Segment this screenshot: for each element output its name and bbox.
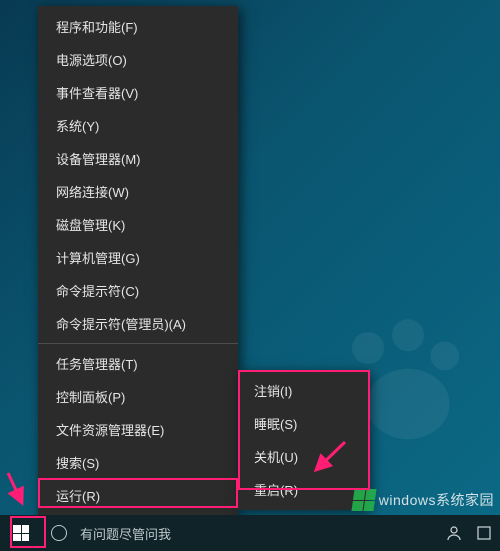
watermark-text: windows系统家园 <box>379 490 494 510</box>
menu-label: 搜索(S) <box>56 456 99 471</box>
menu-label: 磁盘管理(K) <box>56 218 125 233</box>
menu-event-viewer[interactable]: 事件查看器(V) <box>38 76 238 109</box>
start-button[interactable] <box>0 515 42 551</box>
submenu-signout[interactable]: 注销(I) <box>238 374 368 407</box>
menu-label: 命令提示符(C) <box>56 284 139 299</box>
winx-context-menu[interactable]: 程序和功能(F) 电源选项(O) 事件查看器(V) 系统(Y) 设备管理器(M)… <box>38 6 238 551</box>
taskbar: 有问题尽管问我 <box>0 515 500 551</box>
menu-label: 注销(I) <box>254 384 292 399</box>
site-watermark: windows系统家园 <box>353 489 494 511</box>
menu-label: 设备管理器(M) <box>56 152 141 167</box>
menu-label: 控制面板(P) <box>56 390 125 405</box>
menu-label: 运行(R) <box>56 489 100 504</box>
menu-task-manager[interactable]: 任务管理器(T) <box>38 347 238 380</box>
tray-square-icon[interactable] <box>476 525 492 541</box>
menu-run[interactable]: 运行(R) <box>38 479 238 512</box>
annotation-arrow-start <box>2 471 32 511</box>
cortana-search-hint[interactable]: 有问题尽管问我 <box>80 524 171 543</box>
cortana-button[interactable] <box>42 515 76 551</box>
submenu-shutdown[interactable]: 关机(U) <box>238 440 368 473</box>
menu-label: 网络连接(W) <box>56 185 129 200</box>
menu-command-prompt-admin[interactable]: 命令提示符(管理员)(A) <box>38 307 238 340</box>
menu-label: 事件查看器(V) <box>56 86 138 101</box>
menu-label: 程序和功能(F) <box>56 20 138 35</box>
windows-logo-icon <box>13 525 29 541</box>
menu-control-panel[interactable]: 控制面板(P) <box>38 380 238 413</box>
system-tray <box>446 515 500 551</box>
menu-search[interactable]: 搜索(S) <box>38 446 238 479</box>
submenu-restart[interactable]: 重启(R) <box>238 473 368 506</box>
menu-command-prompt[interactable]: 命令提示符(C) <box>38 274 238 307</box>
menu-file-explorer[interactable]: 文件资源管理器(E) <box>38 413 238 446</box>
menu-disk-management[interactable]: 磁盘管理(K) <box>38 208 238 241</box>
submenu-sleep[interactable]: 睡眠(S) <box>238 407 368 440</box>
shutdown-submenu[interactable]: 注销(I) 睡眠(S) 关机(U) 重启(R) <box>238 370 368 510</box>
menu-separator <box>38 343 238 344</box>
menu-label: 电源选项(O) <box>56 53 127 68</box>
cortana-circle-icon <box>51 525 67 541</box>
menu-label: 关机(U) <box>254 450 298 465</box>
menu-label: 重启(R) <box>254 483 298 498</box>
menu-computer-management[interactable]: 计算机管理(G) <box>38 241 238 274</box>
desktop: 程序和功能(F) 电源选项(O) 事件查看器(V) 系统(Y) 设备管理器(M)… <box>0 0 500 551</box>
watermark-logo-icon <box>351 489 376 511</box>
menu-label: 睡眠(S) <box>254 417 297 432</box>
menu-power-options[interactable]: 电源选项(O) <box>38 43 238 76</box>
menu-label: 系统(Y) <box>56 119 99 134</box>
menu-label: 任务管理器(T) <box>56 357 138 372</box>
menu-label: 计算机管理(G) <box>56 251 140 266</box>
menu-programs-features[interactable]: 程序和功能(F) <box>38 10 238 43</box>
menu-label: 命令提示符(管理员)(A) <box>56 317 186 332</box>
menu-label: 文件资源管理器(E) <box>56 423 164 438</box>
menu-network-connections[interactable]: 网络连接(W) <box>38 175 238 208</box>
menu-device-manager[interactable]: 设备管理器(M) <box>38 142 238 175</box>
menu-system[interactable]: 系统(Y) <box>38 109 238 142</box>
tray-people-icon[interactable] <box>446 525 462 541</box>
